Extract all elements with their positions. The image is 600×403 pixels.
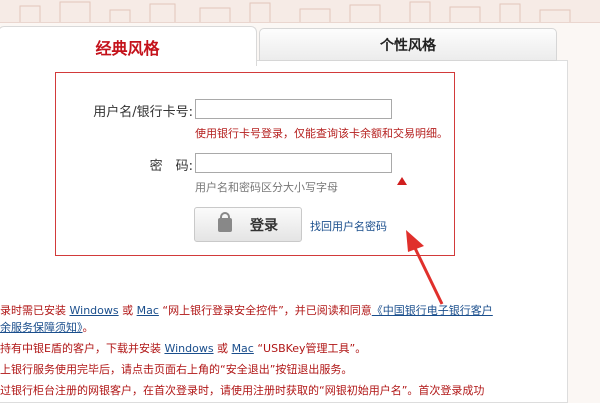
note-text: 过银行柜台注册的网银客户，在首次登录时，请使用注册时获取的“网银初始用户名”。首…: [0, 384, 485, 397]
red-arrow-annotation: [406, 230, 444, 305]
username-input[interactable]: [195, 99, 392, 119]
login-button-label: 登录: [250, 217, 278, 234]
note-line-3: 持有中银E盾的客户，下载并安装 Windows 或 Mac “USBKey管理工…: [0, 338, 565, 359]
instructions-list: 录时需已安装 Windows 或 Mac “网上银行登录安全控件”，并已阅读和同…: [0, 300, 565, 401]
username-hint: 使用银行卡号登录，仅能查询该卡余额和交易明细。: [195, 127, 448, 140]
top-banner: [0, 0, 600, 23]
note-text: 。: [82, 321, 94, 334]
tab-personal-label: 个性风格: [380, 37, 436, 54]
note-text: “网上银行登录安全控件”，并已阅读和同意: [158, 304, 372, 317]
note-line-5: 过银行柜台注册的网银客户，在首次登录时，请使用注册时获取的“网银初始用户名”。首…: [0, 380, 565, 401]
tab-classic-style[interactable]: 经典风格: [0, 26, 257, 66]
windows-link[interactable]: Windows: [164, 342, 213, 355]
lock-icon: [218, 211, 232, 232]
windows-link[interactable]: Windows: [70, 304, 119, 317]
service-notice-link[interactable]: 《中国银行电子银行客户: [372, 304, 493, 317]
banner-pattern: [19, 1, 571, 22]
password-input[interactable]: [195, 153, 392, 173]
mac-link[interactable]: Mac: [232, 342, 254, 355]
password-label: 密 码:: [149, 159, 193, 174]
note-text: 上银行服务使用完毕后，请点击页面右上角的“安全退出”按钮退出服务。: [0, 363, 353, 376]
note-text: 持有中银E盾的客户，下载并安装: [0, 342, 165, 355]
tab-personal-style[interactable]: 个性风格: [259, 28, 557, 61]
login-form: 用户名/银行卡号: 使用银行卡号登录，仅能查询该卡余额和交易明细。 密 码: 用…: [55, 72, 455, 256]
note-text: 或: [118, 304, 137, 317]
note-text: “USBKey管理工具”。: [253, 342, 367, 355]
mac-link[interactable]: Mac: [137, 304, 159, 317]
service-notice-link-cont[interactable]: 余服务保障须知》: [0, 321, 83, 334]
password-hint: 用户名和密码区分大小写字母: [195, 181, 338, 194]
note-text: 或: [213, 342, 232, 355]
login-button[interactable]: 登录: [194, 207, 302, 242]
warning-triangle-icon: [397, 177, 407, 185]
forgot-credentials-link[interactable]: 找回用户名密码: [310, 218, 387, 234]
tab-classic-label: 经典风格: [95, 38, 160, 58]
note-line-4: 上银行服务使用完毕后，请点击页面右上角的“安全退出”按钮退出服务。: [0, 359, 565, 380]
username-label: 用户名/银行卡号:: [93, 105, 193, 120]
note-text: 录时需已安装: [0, 304, 70, 317]
